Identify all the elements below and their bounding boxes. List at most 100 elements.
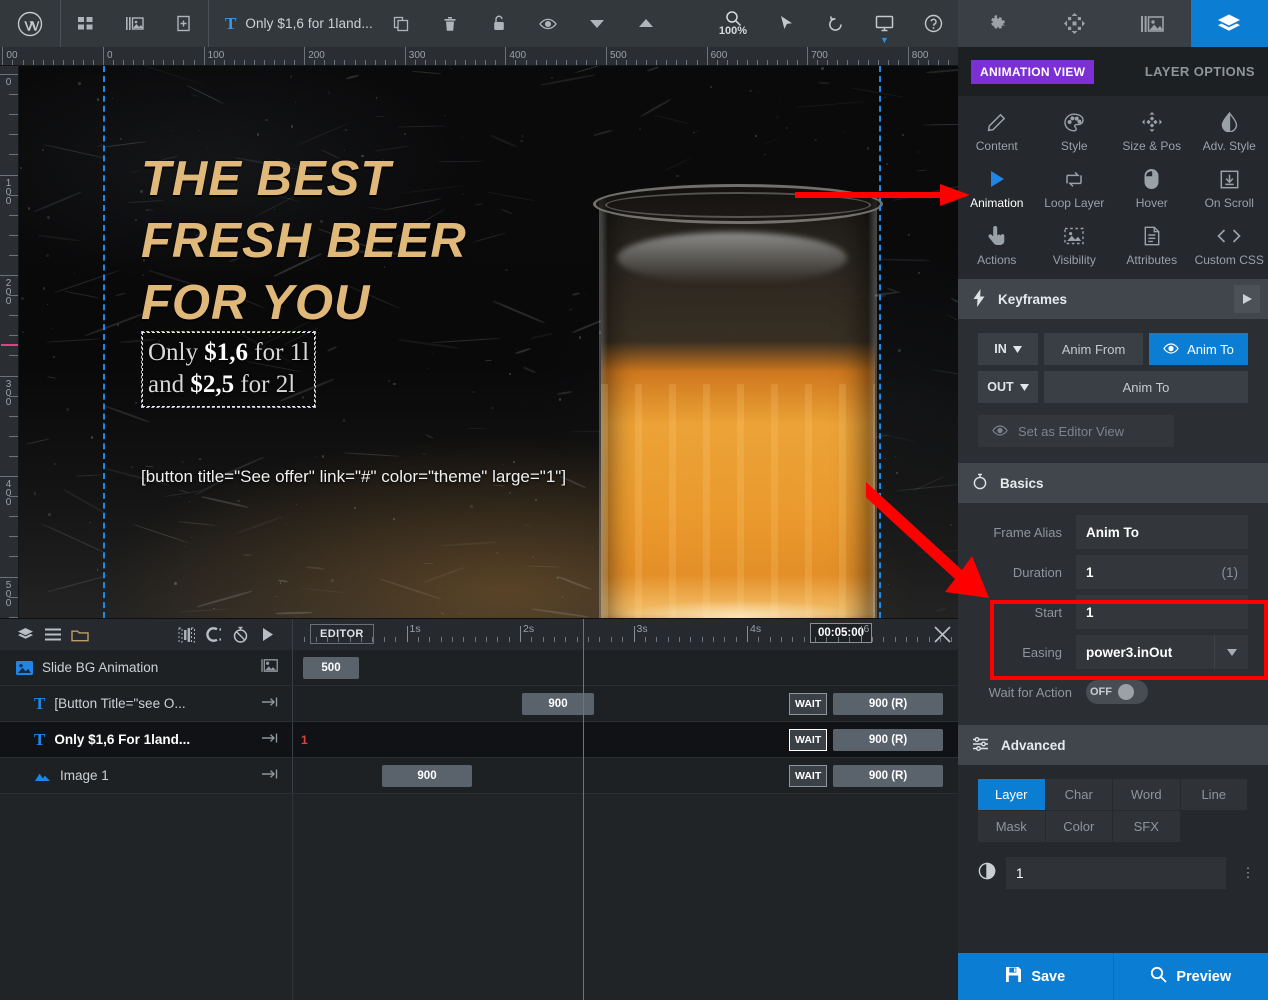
keyframe-out-dropdown[interactable]: OUT xyxy=(978,371,1038,403)
keyframe-out-anim-to-button[interactable]: Anim To xyxy=(1044,371,1248,403)
timeline-out-animation-bar[interactable]: 900 (R) xyxy=(833,764,943,787)
advanced-tab-char[interactable]: Char xyxy=(1045,779,1113,811)
timeline-row[interactable]: T Only $1,6 For 1land... 1 WAIT 900 (R) xyxy=(0,722,958,758)
timeline-row-label[interactable]: Image 1 xyxy=(0,758,292,793)
keyframe-anim-from-button[interactable]: Anim From xyxy=(1044,333,1143,365)
timeline-ruler-label: 4s xyxy=(750,623,762,635)
timeline-track[interactable]: 900 WAIT 900 (R) xyxy=(292,758,958,793)
layer-option-loop-layer[interactable]: Loop Layer xyxy=(1036,163,1114,214)
tab-slide-settings[interactable] xyxy=(958,0,1036,47)
tab-move-arrows[interactable] xyxy=(1036,0,1114,47)
animation-view-chip[interactable]: ANIMATION VIEW xyxy=(971,59,1095,84)
duplicate-icon[interactable] xyxy=(377,0,426,47)
keyframes-expand-button[interactable] xyxy=(1234,285,1260,313)
advanced-tab-mask[interactable]: Mask xyxy=(978,811,1046,843)
select-cursor-icon[interactable] xyxy=(762,0,811,47)
move-up-icon[interactable] xyxy=(622,0,671,47)
add-slide-icon[interactable] xyxy=(159,0,208,47)
timeline-row[interactable]: T [Button Title="see O... 900 WAIT 900 (R) xyxy=(0,686,958,722)
timeline-row[interactable]: Slide BG Animation 500 xyxy=(0,650,958,686)
jump-to-end-icon[interactable] xyxy=(261,731,278,749)
opacity-field[interactable]: 1 xyxy=(1006,857,1226,889)
advanced-tab-layer[interactable]: Layer xyxy=(978,779,1046,811)
guide-line-left[interactable] xyxy=(103,66,105,618)
opacity-stepper[interactable]: ⋮ xyxy=(1236,865,1260,881)
keyframe-anim-to-button[interactable]: Anim To xyxy=(1149,333,1248,365)
unlock-icon[interactable] xyxy=(475,0,524,47)
layer-option-visibility[interactable]: Visibility xyxy=(1036,220,1114,271)
timeline-ruler[interactable]: EDITOR 00:05:00 1s2s3s4s66s xyxy=(292,619,988,650)
frame-alias-field[interactable]: Anim To xyxy=(1076,515,1248,549)
layer-option-content[interactable]: Content xyxy=(958,106,1036,157)
timeline-row-label[interactable]: T Only $1,6 For 1land... xyxy=(0,722,292,757)
advanced-tab-word[interactable]: Word xyxy=(1113,779,1181,811)
layer-option-adv-style[interactable]: Adv. Style xyxy=(1191,106,1268,157)
layer-option-size-pos[interactable]: Size & Pos xyxy=(1113,106,1191,157)
move-down-icon[interactable] xyxy=(573,0,622,47)
advanced-tab-sfx[interactable]: SFX xyxy=(1113,811,1181,843)
advanced-tab-color[interactable]: Color xyxy=(1045,811,1113,843)
tab-layers[interactable] xyxy=(1190,0,1268,47)
layer-option-actions[interactable]: Actions xyxy=(958,220,1036,271)
chevron-down-icon[interactable]: ▼ xyxy=(880,36,889,45)
trash-icon[interactable] xyxy=(426,0,475,47)
timeline-track[interactable]: 1 WAIT 900 (R) xyxy=(292,722,958,757)
undo-icon[interactable] xyxy=(811,0,860,47)
editor-mode-chip[interactable]: EDITOR xyxy=(310,624,374,644)
duration-field[interactable]: 1 (1) xyxy=(1076,555,1248,589)
preview-device-icon[interactable]: ▼ xyxy=(860,0,909,47)
layer-option-style[interactable]: Style xyxy=(1036,106,1114,157)
magnet-icon[interactable] xyxy=(200,619,227,650)
horizontal-ruler[interactable]: 00 0 100 200 300 400 500 600 700 800 xyxy=(0,47,958,66)
timeline-animation-bar[interactable]: 500 xyxy=(303,656,359,679)
snap-grid-icon[interactable] xyxy=(173,619,200,650)
tab-slide-library[interactable] xyxy=(1113,0,1191,47)
timeline-track[interactable]: 900 WAIT 900 (R) xyxy=(292,686,958,721)
close-icon[interactable] xyxy=(933,625,952,649)
timeline-out-animation-bar[interactable]: 900 (R) xyxy=(833,692,943,715)
zoom-icon[interactable]: 100% xyxy=(704,0,762,47)
layer-option-on-scroll[interactable]: On Scroll xyxy=(1191,163,1268,214)
beer-glass-image[interactable] xyxy=(587,172,889,618)
grid-view-icon[interactable] xyxy=(61,0,110,47)
slides-library-icon[interactable] xyxy=(110,0,159,47)
preview-button[interactable]: Preview xyxy=(1112,953,1268,1000)
layer-options-tab[interactable]: LAYER OPTIONS xyxy=(1145,64,1255,79)
timeline-wait-chip[interactable]: WAIT xyxy=(789,692,828,715)
timeline-playhead[interactable] xyxy=(583,619,584,1000)
layers-icon[interactable] xyxy=(12,619,39,650)
bg-image-icon[interactable] xyxy=(261,658,278,678)
timeline-wait-chip[interactable]: WAIT xyxy=(789,764,828,787)
set-as-editor-view-button[interactable]: Set as Editor View xyxy=(978,415,1174,447)
slide-canvas[interactable]: THE BEST FRESH BEER FOR YOU Only $1,6 fo… xyxy=(19,66,958,618)
timeline-track[interactable]: 500 xyxy=(292,650,958,685)
timeline-wait-chip[interactable]: WAIT xyxy=(789,728,828,751)
jump-to-end-icon[interactable] xyxy=(261,695,278,713)
timeline-row[interactable]: Image 1 900 WAIT 900 (R) xyxy=(0,758,958,794)
vertical-ruler[interactable]: 0 100 200 300 400 500 xyxy=(0,66,19,618)
wait-for-action-toggle[interactable]: OFF xyxy=(1086,680,1148,704)
keyframe-in-dropdown[interactable]: IN xyxy=(978,333,1038,365)
save-button[interactable]: Save xyxy=(958,953,1113,1000)
stopwatch-icon[interactable] xyxy=(227,619,254,650)
price-text-layer[interactable]: Only $1,6 for 1l and $2,5 for 2l xyxy=(141,331,317,408)
advanced-tab-line[interactable]: Line xyxy=(1180,779,1248,811)
wordpress-logo[interactable] xyxy=(0,11,60,37)
button-shortcode-layer[interactable]: [button title="See offer" link="#" color… xyxy=(141,467,566,487)
headline-text-layer[interactable]: THE BEST FRESH BEER FOR YOU xyxy=(141,148,561,334)
help-icon[interactable] xyxy=(909,0,958,47)
list-icon[interactable] xyxy=(39,619,66,650)
timeline-animation-bar[interactable]: 900 xyxy=(382,764,472,787)
guide-line-right[interactable] xyxy=(879,66,881,618)
layer-option-custom-css[interactable]: Custom CSS xyxy=(1191,220,1268,271)
layer-option-attributes[interactable]: Attributes xyxy=(1113,220,1191,271)
jump-to-end-icon[interactable] xyxy=(261,767,278,785)
timeline-row-label[interactable]: Slide BG Animation xyxy=(0,650,292,685)
folder-icon[interactable] xyxy=(66,619,93,650)
timeline-row-label[interactable]: T [Button Title="see O... xyxy=(0,686,292,721)
timeline-out-animation-bar[interactable]: 900 (R) xyxy=(833,728,943,751)
layer-option-animation[interactable]: Animation xyxy=(958,163,1036,214)
visibility-icon[interactable] xyxy=(524,0,573,47)
play-icon[interactable] xyxy=(254,619,281,650)
layer-option-hover[interactable]: Hover xyxy=(1113,163,1191,214)
